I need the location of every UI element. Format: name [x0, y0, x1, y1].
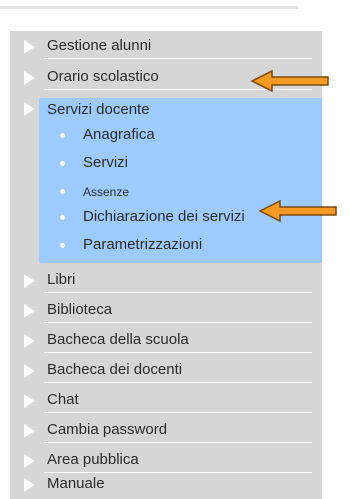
menu-item-chat[interactable]: Chat [10, 385, 322, 415]
menu-item-label: Biblioteca [47, 301, 113, 318]
menu-item-bacheca-dei-docenti[interactable]: Bacheca dei docenti [10, 355, 322, 385]
triangle-right-icon [24, 454, 35, 468]
side-menu: Gestione alunni Orario scolastico Serviz… [10, 31, 322, 499]
menu-item-label: Chat [47, 391, 79, 408]
submenu-item-label: Parametrizzazioni [83, 236, 203, 253]
menu-item-label: Manuale [47, 475, 105, 492]
menu-divider [44, 352, 312, 353]
triangle-right-icon [24, 40, 35, 54]
menu-divider [44, 292, 312, 293]
menu-item-label: Area pubblica [47, 451, 139, 468]
submenu-item-parametrizzazioni[interactable]: Parametrizzazioni [50, 234, 310, 258]
menu-item-label: Gestione alunni [47, 37, 152, 54]
submenu-item-label: Servizi [83, 154, 129, 171]
menu-item-cambia-password[interactable]: Cambia password [10, 415, 322, 445]
submenu-item-servizi[interactable]: Servizi [50, 152, 310, 176]
top-divider [0, 6, 298, 9]
bullet-dot-icon [60, 133, 65, 138]
submenu-item-label: Anagrafica [83, 126, 155, 143]
menu-item-label: Orario scolastico [47, 68, 159, 85]
triangle-right-icon [24, 364, 35, 378]
triangle-right-icon [24, 478, 35, 492]
bullet-dot-icon [60, 161, 65, 166]
menu-divider [44, 442, 312, 443]
triangle-right-icon [24, 274, 35, 288]
menu-divider [44, 58, 312, 59]
menu-divider [44, 322, 312, 323]
bullet-dot-icon [60, 243, 65, 248]
arrow-left-icon [250, 69, 329, 93]
submenu-item-anagrafica[interactable]: Anagrafica [50, 124, 310, 148]
menu-divider [44, 382, 312, 383]
triangle-right-icon [24, 334, 35, 348]
menu-item-manuale[interactable]: Manuale [10, 469, 322, 499]
menu-item-label: Cambia password [47, 421, 168, 438]
menu-item-libri[interactable]: Libri [10, 265, 322, 295]
menu-item-bacheca-della-scuola[interactable]: Bacheca della scuola [10, 325, 322, 355]
submenu-item-label: Dichiarazione dei servizi [83, 208, 245, 225]
triangle-right-icon [24, 304, 35, 318]
menu-item-gestione-alunni[interactable]: Gestione alunni [10, 31, 322, 61]
bullet-dot-icon [60, 215, 65, 220]
triangle-right-icon [24, 394, 35, 408]
bullet-dot-icon [60, 189, 65, 194]
menu-item-label: Bacheca dei docenti [47, 361, 183, 378]
menu-item-label: Libri [47, 271, 76, 288]
menu-item-label: Bacheca della scuola [47, 331, 189, 348]
menu-divider [44, 412, 312, 413]
triangle-right-icon [24, 71, 35, 85]
menu-item-biblioteca[interactable]: Biblioteca [10, 295, 322, 325]
arrow-left-icon [258, 199, 337, 223]
menu-item-servizi-docente[interactable]: Servizi docente [47, 101, 150, 118]
submenu-item-label: Assenze [83, 185, 130, 199]
triangle-right-icon [24, 102, 35, 116]
triangle-right-icon [24, 424, 35, 438]
